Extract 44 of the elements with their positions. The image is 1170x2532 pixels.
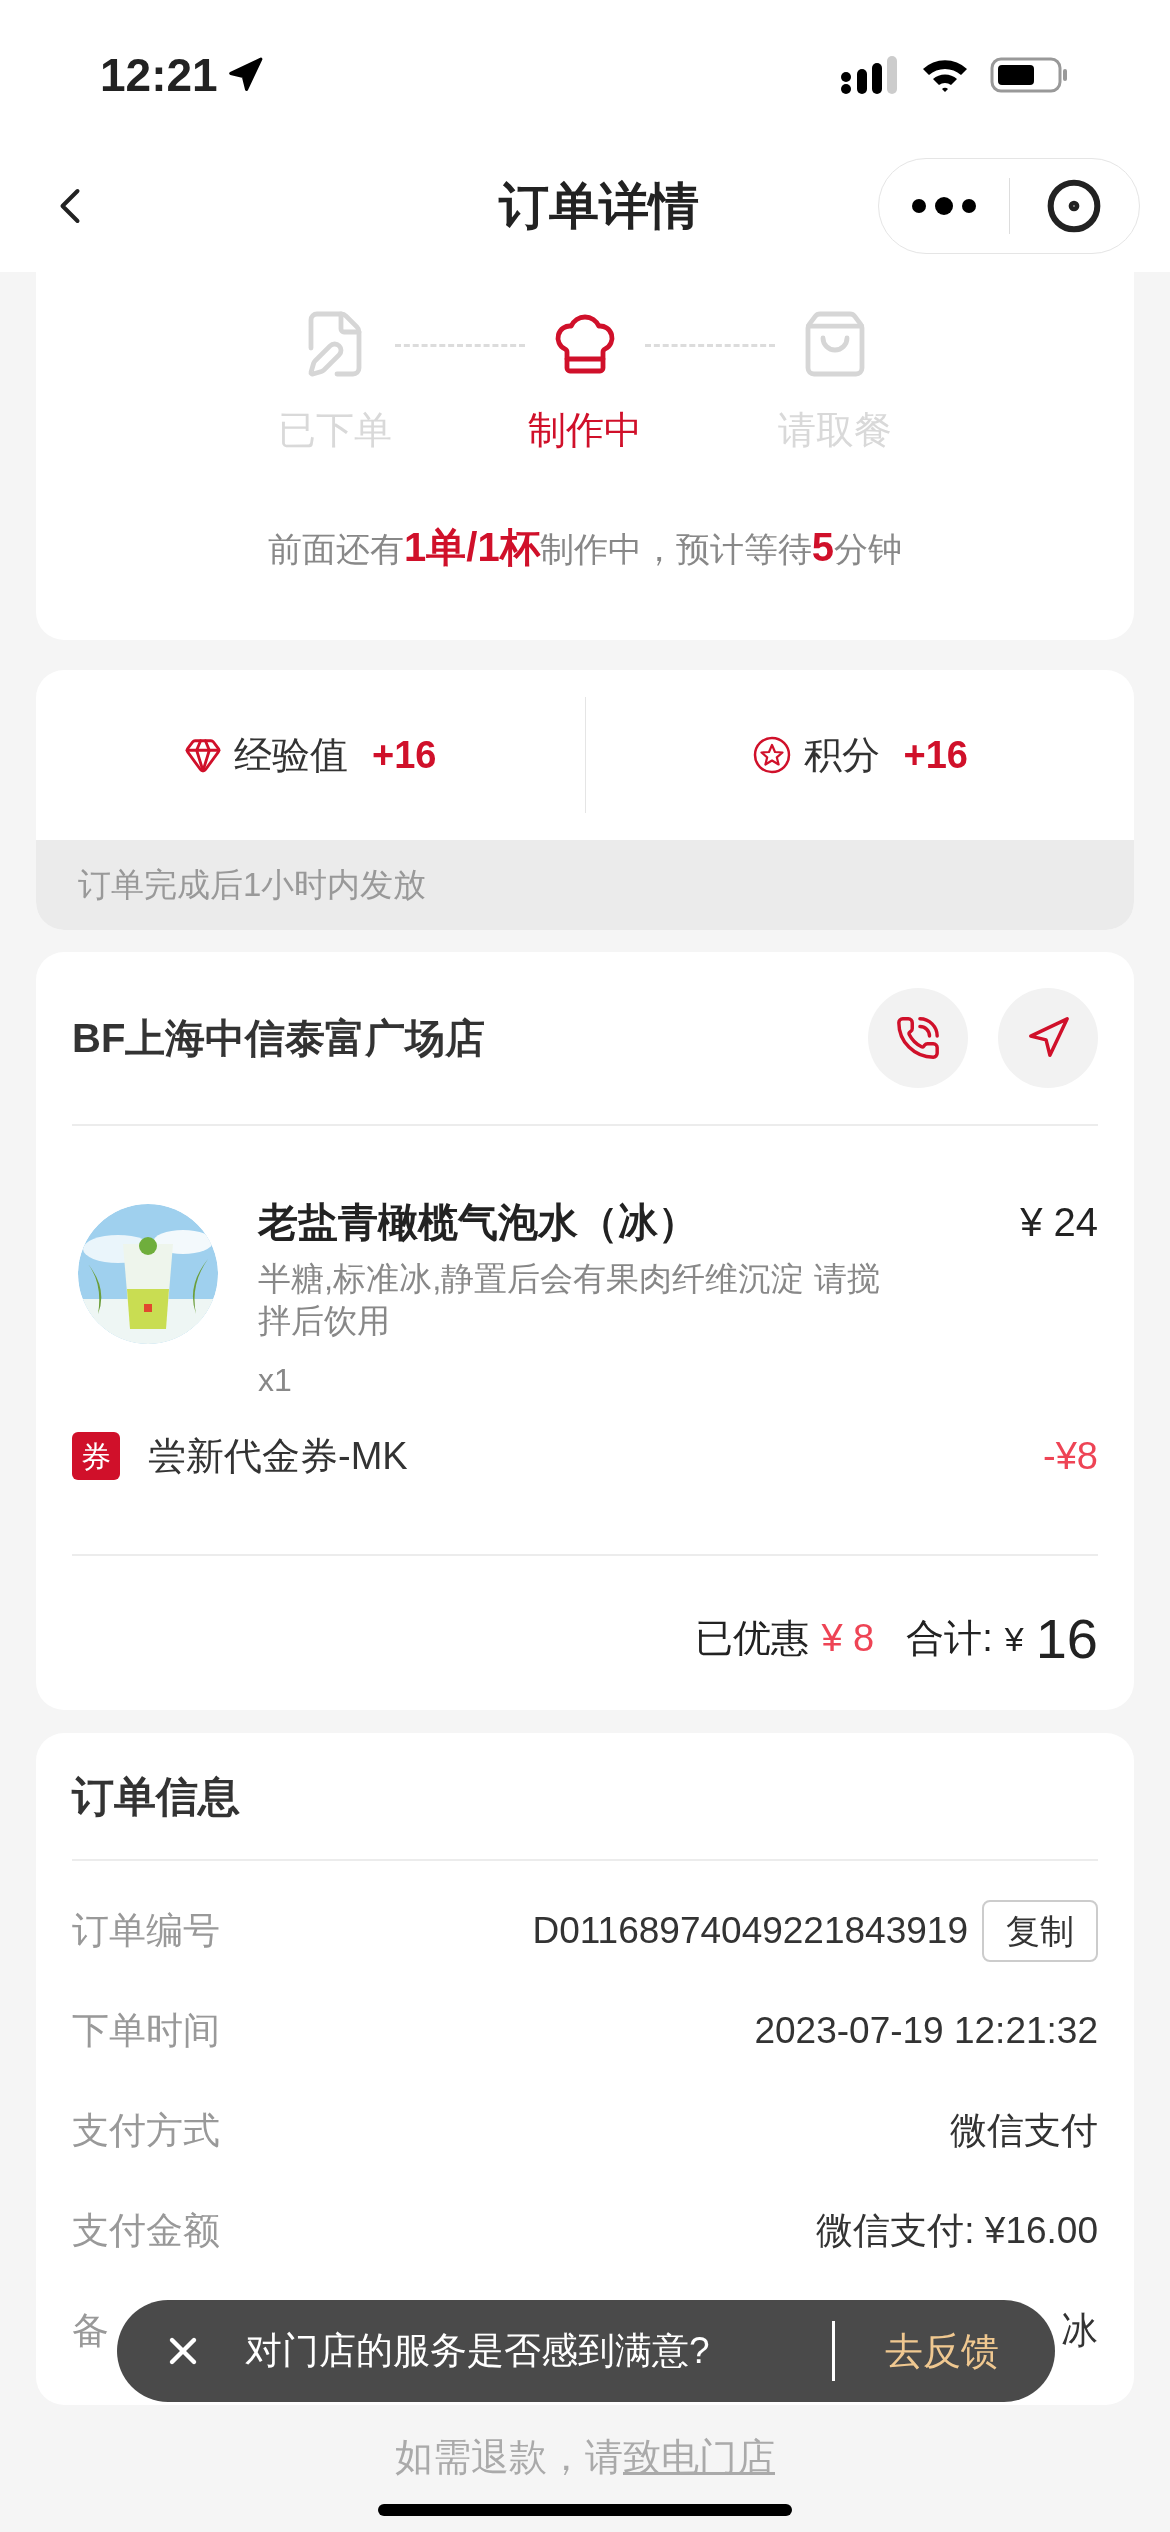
star-circle-icon [751,735,792,775]
product-price: ¥ 24 [1020,1199,1098,1246]
order-info-title: 订单信息 [72,1771,240,1822]
discount-amount: ¥ 8 [821,1616,875,1661]
info-value: 冰 [1061,2309,1098,2354]
coupon-amount: -¥8 [1043,1433,1098,1479]
copy-button[interactable]: 复制 [982,1900,1098,1962]
reward-value: +16 [372,732,437,778]
more-icon [910,197,977,215]
reward-value: +16 [903,732,968,778]
reward-note: 订单完成后1小时内发放 [78,865,427,906]
page-title: 订单详情 [499,176,699,236]
info-value: 2023-07-19 12:21:32 [754,2009,1098,2054]
store-name: BF上海中信泰富广场店 [72,1015,486,1062]
diamond-icon [184,736,222,774]
phone-icon [895,1015,941,1061]
reward-label: 积分 [803,732,880,778]
product-name: 老盐青橄榄气泡水（冰） [258,1199,698,1246]
total-currency: ¥ [1004,1619,1024,1660]
signal-icon [840,55,900,95]
total-label: 合计: [906,1616,993,1661]
wait-message: 前面还有1单/1杯制作中，预计等待5分钟 [268,524,902,571]
status-time: 12:21 [100,47,218,103]
info-label: 支付方式 [72,2109,220,2154]
discount-label: 已优惠 [695,1616,810,1661]
step-label: 制作中 [528,408,642,453]
info-label: 备 [72,2309,109,2354]
info-value: D01168974049221843919 [532,1909,968,1954]
toast-message: 对门店的服务是否感到满意? [245,2329,710,2374]
battery-icon [990,56,1070,94]
info-label: 订单编号 [72,1909,220,1954]
coupon-badge: 券 [72,1432,120,1480]
target-icon [1046,178,1103,234]
info-value: 微信支付: ¥16.00 [816,2209,1098,2254]
reward-label: 经验值 [234,732,348,778]
product-quantity: x1 [258,1361,293,1400]
info-label: 下单时间 [72,2009,220,2054]
info-value: 微信支付 [950,2109,1098,2154]
feedback-button[interactable]: 去反馈 [885,2322,999,2380]
info-label: 支付金额 [72,2209,220,2254]
refund-note: 如需退款，请致电门店 [395,2435,775,2480]
total-amount: 16 [1035,1611,1098,1667]
coupon-name: 尝新代金券-MK [148,1433,408,1479]
product-description: 半糖,标准冰,静置后会有果肉纤维沉淀 请搅拌后饮用 [258,1259,881,1341]
